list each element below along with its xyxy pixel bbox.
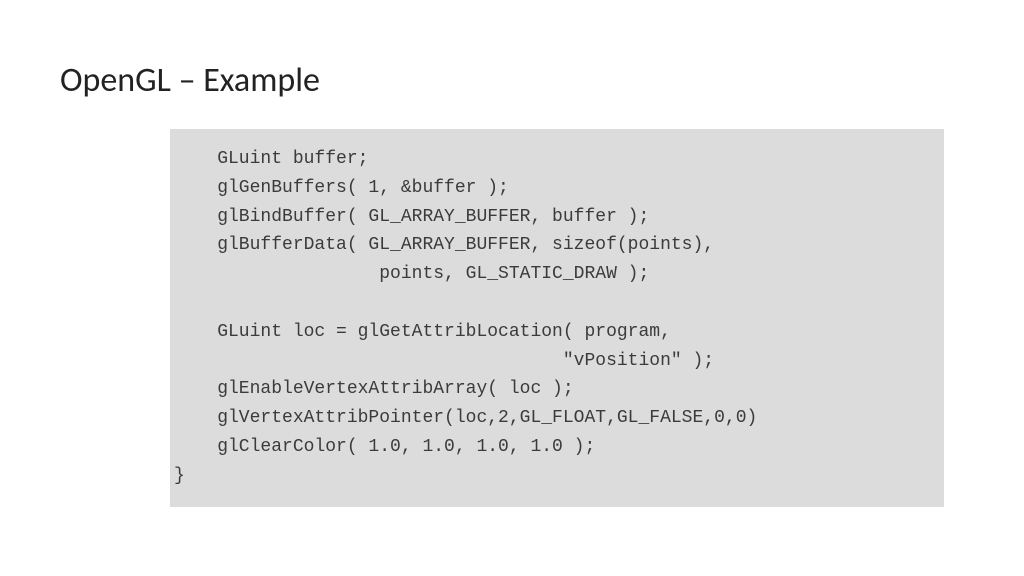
code-example-block: GLuint buffer; glGenBuffers( 1, &buffer … [170, 129, 944, 507]
slide-title: OpenGL – Example [60, 60, 964, 101]
